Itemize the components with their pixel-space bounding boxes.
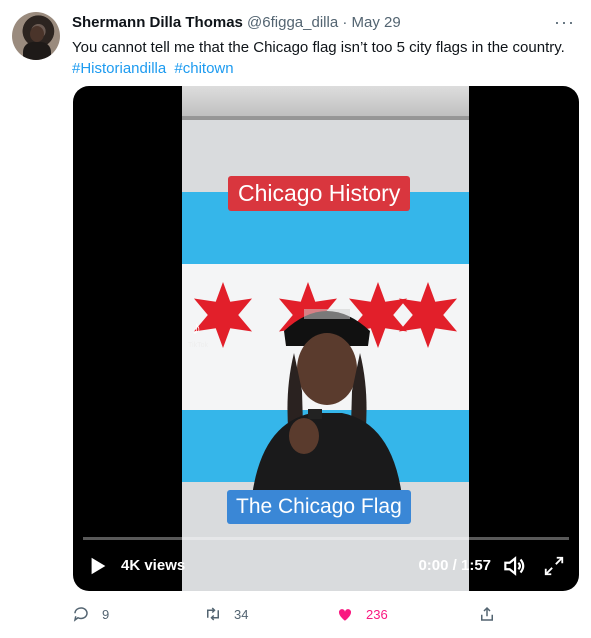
header-separator: · xyxy=(342,14,348,31)
author-name[interactable]: Shermann Dilla Thomas xyxy=(72,14,243,31)
presenter-figure xyxy=(252,309,402,496)
hashtag-line: #Historiandilla #chitown xyxy=(72,58,577,79)
retweet-button[interactable]: 34 xyxy=(204,603,248,625)
avatar-face xyxy=(30,26,44,42)
tweet-card[interactable]: Shermann Dilla Thomas @6figga_dilla · Ma… xyxy=(0,0,591,638)
share-button[interactable] xyxy=(478,603,496,625)
reply-icon xyxy=(73,607,88,622)
video-progress-bar[interactable] xyxy=(83,537,569,540)
reply-button[interactable]: 9 xyxy=(72,603,109,625)
hashtag-historiandilla[interactable]: #Historiandilla xyxy=(72,60,166,77)
video-player[interactable]: Chicago History The Chicago Flag ♪ TikTo… xyxy=(73,86,579,591)
like-button[interactable]: 236 xyxy=(336,603,388,625)
video-top-line xyxy=(182,116,469,120)
tweet-body: You cannot tell me that the Chicago flag… xyxy=(72,39,565,56)
like-count: 236 xyxy=(366,606,388,622)
heart-icon xyxy=(338,609,352,621)
reply-count: 9 xyxy=(102,606,110,622)
video-controls: 4K views 0:00 / 1:57 xyxy=(73,533,579,591)
video-title-top: Chicago History xyxy=(228,176,411,211)
volume-icon[interactable] xyxy=(501,553,527,579)
fullscreen-icon[interactable] xyxy=(543,555,565,577)
tweet-header: Shermann Dilla Thomas @6figga_dilla · Ma… xyxy=(72,14,401,31)
more-options-icon[interactable]: ··· xyxy=(554,12,575,33)
video-title-bottom: The Chicago Flag xyxy=(227,490,411,524)
tiktok-watermark: TikTok xyxy=(188,342,208,349)
tweet-text: You cannot tell me that the Chicago flag… xyxy=(72,37,577,79)
avatar-body xyxy=(23,42,51,60)
tiktok-logo-icon: ♪ xyxy=(192,318,201,338)
video-frame: Chicago History The Chicago Flag ♪ TikTo… xyxy=(182,86,469,591)
play-icon[interactable] xyxy=(87,555,109,577)
retweet-icon xyxy=(207,607,219,621)
video-time: 0:00 / 1:57 xyxy=(418,557,491,574)
retweet-count: 34 xyxy=(234,606,249,622)
avatar[interactable] xyxy=(12,12,60,60)
share-icon xyxy=(481,606,493,621)
author-handle[interactable]: @6figga_dilla xyxy=(247,14,338,31)
tweet-date[interactable]: May 29 xyxy=(352,14,401,31)
view-count: 4K views xyxy=(121,557,186,574)
video-top-band xyxy=(182,86,469,120)
tweet-actions: 9 34 236 xyxy=(72,603,577,625)
hashtag-chitown[interactable]: #chitown xyxy=(174,60,233,77)
